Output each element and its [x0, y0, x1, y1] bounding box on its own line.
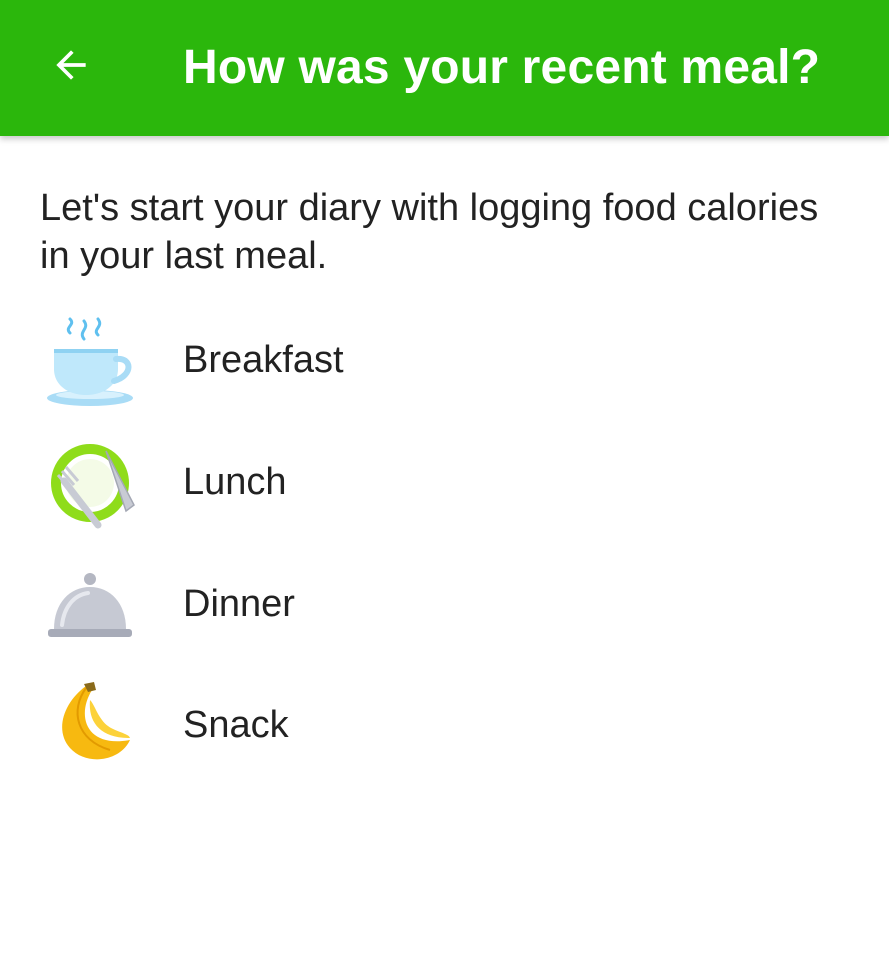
- arrow-left-icon: [49, 43, 93, 92]
- intro-text: Let's start your diary with logging food…: [40, 187, 819, 277]
- page-title: How was your recent meal?: [183, 41, 821, 94]
- meal-label-snack: Snack: [183, 704, 289, 746]
- main-content: Let's start your diary with logging food…: [0, 136, 889, 960]
- fork-knife-plate-icon: [40, 433, 140, 533]
- meal-label-dinner: Dinner: [183, 583, 295, 625]
- meal-item-snack[interactable]: Snack: [0, 671, 889, 781]
- banana-icon: [40, 676, 140, 776]
- coffee-cup-icon: [40, 311, 140, 411]
- cloche-icon: [40, 555, 140, 655]
- meal-item-lunch[interactable]: Lunch: [0, 428, 889, 538]
- back-button[interactable]: [30, 28, 112, 106]
- meal-label-breakfast: Breakfast: [183, 339, 344, 381]
- meal-label-lunch: Lunch: [183, 461, 287, 503]
- meal-item-breakfast[interactable]: Breakfast: [0, 306, 889, 416]
- meal-item-dinner[interactable]: Dinner: [0, 550, 889, 660]
- app-bar: How was your recent meal?: [0, 0, 889, 136]
